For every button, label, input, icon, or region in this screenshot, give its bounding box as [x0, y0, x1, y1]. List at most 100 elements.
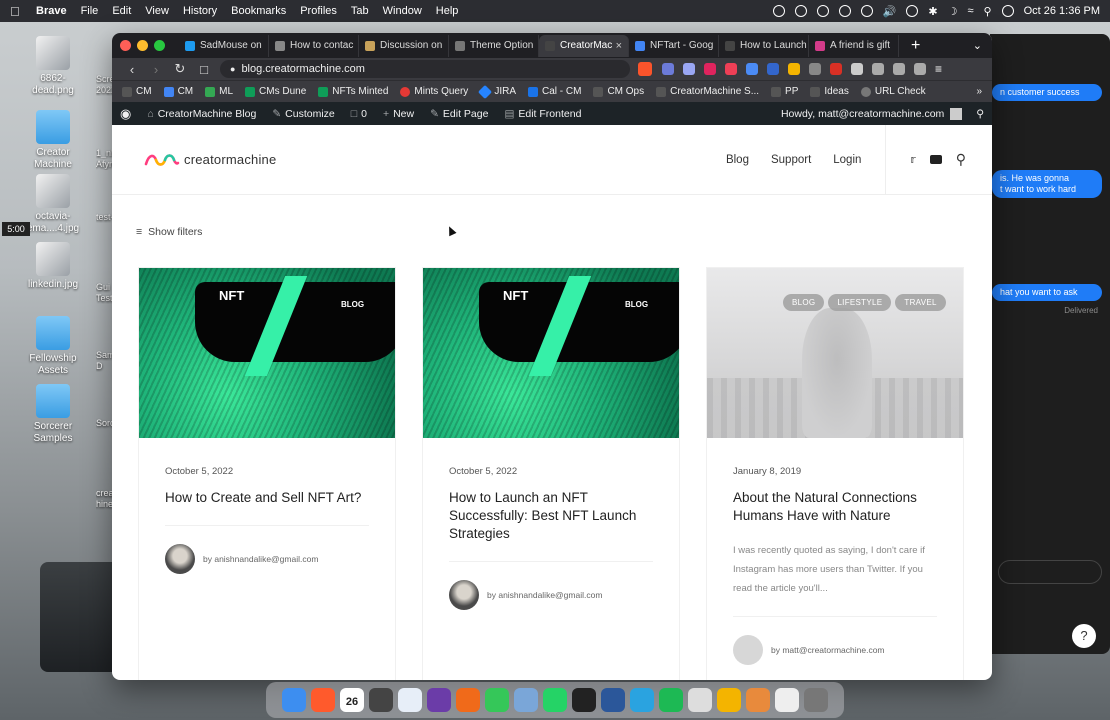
menu-edit[interactable]: Edit [112, 5, 131, 17]
nav-support[interactable]: Support [771, 154, 811, 166]
browser-tab[interactable]: How to Launch [719, 34, 809, 57]
bookmark-item[interactable]: URL Check [860, 86, 926, 97]
menu-tab[interactable]: Tab [351, 5, 369, 17]
timer-widget[interactable]: 5:00 [2, 222, 30, 236]
puzzle-icon[interactable] [851, 63, 863, 75]
adblock-icon[interactable] [704, 63, 716, 75]
dock-app-icon[interactable] [630, 688, 654, 712]
bookmarks-overflow-icon[interactable]: » [976, 86, 982, 97]
post-title[interactable]: About the Natural Connections Humans Hav… [733, 489, 937, 525]
wallet-icon[interactable] [893, 63, 905, 75]
browser-tab-active[interactable]: CreatorMac × [539, 34, 629, 57]
message-input[interactable] [998, 560, 1102, 584]
search-icon[interactable]: ⚲ [984, 5, 992, 18]
dock-app-icon[interactable] [804, 688, 828, 712]
nav-blog[interactable]: Blog [726, 154, 749, 166]
desktop-folder-icon[interactable]: Fellowship Assets [18, 316, 88, 377]
minimize-window-button[interactable] [137, 40, 148, 51]
tag-blog[interactable]: BLOG [783, 294, 825, 311]
extension-icon[interactable] [830, 63, 842, 75]
site-logo[interactable]: creatormachine [144, 152, 276, 167]
search-icon[interactable]: ⚲ [956, 151, 966, 168]
browser-tab[interactable]: How to contac [269, 34, 359, 57]
profile-icon[interactable] [914, 63, 926, 75]
dock-app-icon[interactable] [717, 688, 741, 712]
bookmark-item[interactable]: JIRA [478, 84, 516, 99]
post-author[interactable]: by matt@creatormachine.com [733, 616, 937, 665]
menu-file[interactable]: File [81, 5, 99, 17]
bluetooth-icon[interactable]: ✱ [928, 5, 937, 18]
moon-icon[interactable]: ☽ [948, 5, 958, 18]
post-author[interactable]: by anishnandalike@gmail.com [449, 561, 653, 610]
bookmark-item[interactable]: Ideas [810, 86, 849, 97]
chevron-down-icon[interactable]: ⌄ [973, 39, 982, 52]
menu-bookmarks[interactable]: Bookmarks [231, 5, 286, 17]
menu-history[interactable]: History [183, 5, 217, 17]
extension-icon[interactable] [746, 63, 758, 75]
dock-app-icon[interactable] [572, 688, 596, 712]
bookmark-item[interactable]: CM [122, 86, 152, 97]
bookmark-item[interactable]: PP [771, 86, 798, 97]
bookmark-item[interactable]: Cal - CM [527, 86, 581, 97]
dock-app-icon[interactable] [543, 688, 567, 712]
youtube-icon[interactable] [929, 155, 942, 164]
post-image[interactable]: NFT BLOG [423, 268, 679, 438]
calendar-app-icon[interactable]: 26 [340, 688, 364, 712]
close-window-button[interactable] [120, 40, 131, 51]
apple-icon[interactable]:  [10, 4, 36, 19]
tag-lifestyle[interactable]: LIFESTYLE [828, 294, 892, 311]
menu-view[interactable]: View [145, 5, 169, 17]
bookmark-icon[interactable]: □ [192, 62, 216, 77]
extension-icon[interactable] [683, 63, 695, 75]
browser-tab[interactable]: NFTart - Goog [629, 34, 719, 57]
post-card[interactable]: NFT BLOG October 5, 2022 How to Launch a… [422, 267, 680, 680]
desktop-file-icon[interactable]: linkedin.jpg [18, 242, 88, 291]
volume-icon[interactable]: 🔊 [883, 5, 897, 18]
reload-icon[interactable]: ↻ [168, 61, 192, 77]
dock-app-icon[interactable] [311, 688, 335, 712]
nav-login[interactable]: Login [833, 154, 861, 166]
post-image[interactable]: BLOG LIFESTYLE TRAVEL [707, 268, 963, 438]
dock-app-icon[interactable] [688, 688, 712, 712]
browser-tab[interactable]: A friend is gift [809, 34, 899, 57]
help-button[interactable]: ? [1072, 624, 1096, 648]
tag-travel[interactable]: TRAVEL [895, 294, 946, 311]
back-arrow-icon[interactable]: ‹ [120, 62, 144, 77]
status-icon[interactable] [838, 5, 851, 17]
menu-profiles[interactable]: Profiles [300, 5, 337, 17]
wp-customize[interactable]: ✎ Customize [272, 108, 334, 120]
bookmark-item[interactable]: CM [163, 86, 193, 97]
dock-app-icon[interactable] [456, 688, 480, 712]
chrome-icon[interactable] [788, 63, 800, 75]
bookmark-item[interactable]: CM Ops [593, 86, 644, 97]
dock-app-icon[interactable] [746, 688, 770, 712]
extension-icon[interactable] [662, 63, 674, 75]
menu-help[interactable]: Help [436, 5, 459, 17]
desktop-folder-icon[interactable]: Creator Machine [18, 110, 88, 171]
wp-comments[interactable]: □ 0 [351, 108, 367, 120]
forward-arrow-icon[interactable]: › [144, 62, 168, 77]
dock-app-icon[interactable] [659, 688, 683, 712]
extension-icon[interactable] [809, 63, 821, 75]
post-image[interactable]: NFT BLOG [139, 268, 395, 438]
show-filters-button[interactable]: ≡ Show filters [136, 226, 202, 238]
bookmark-item[interactable]: NFTs Minted [318, 86, 388, 97]
zoom-window-button[interactable] [154, 40, 165, 51]
twitter-icon[interactable]: 𝕣 [910, 153, 915, 166]
dock-app-icon[interactable] [398, 688, 422, 712]
wp-site-name[interactable]: ⌂ CreatorMachine Blog [147, 108, 256, 120]
bookmark-item[interactable]: ML [205, 86, 233, 97]
post-card[interactable]: BLOG LIFESTYLE TRAVEL January 8, 2019 Ab… [706, 267, 964, 680]
wifi-icon[interactable]: ≈ [967, 5, 973, 17]
play-icon[interactable] [906, 5, 919, 17]
gear-icon[interactable] [816, 5, 829, 17]
dock-app-icon[interactable] [282, 688, 306, 712]
dock-app-icon[interactable] [485, 688, 509, 712]
post-title[interactable]: How to Create and Sell NFT Art? [165, 489, 369, 507]
browser-tab[interactable]: SadMouse on [179, 34, 269, 57]
status-icon[interactable] [772, 5, 785, 17]
close-tab-icon[interactable]: × [616, 40, 622, 52]
dock-app-icon[interactable] [427, 688, 451, 712]
wp-edit-page[interactable]: ✎ Edit Page [430, 108, 488, 120]
wp-new[interactable]: + New [383, 108, 414, 120]
